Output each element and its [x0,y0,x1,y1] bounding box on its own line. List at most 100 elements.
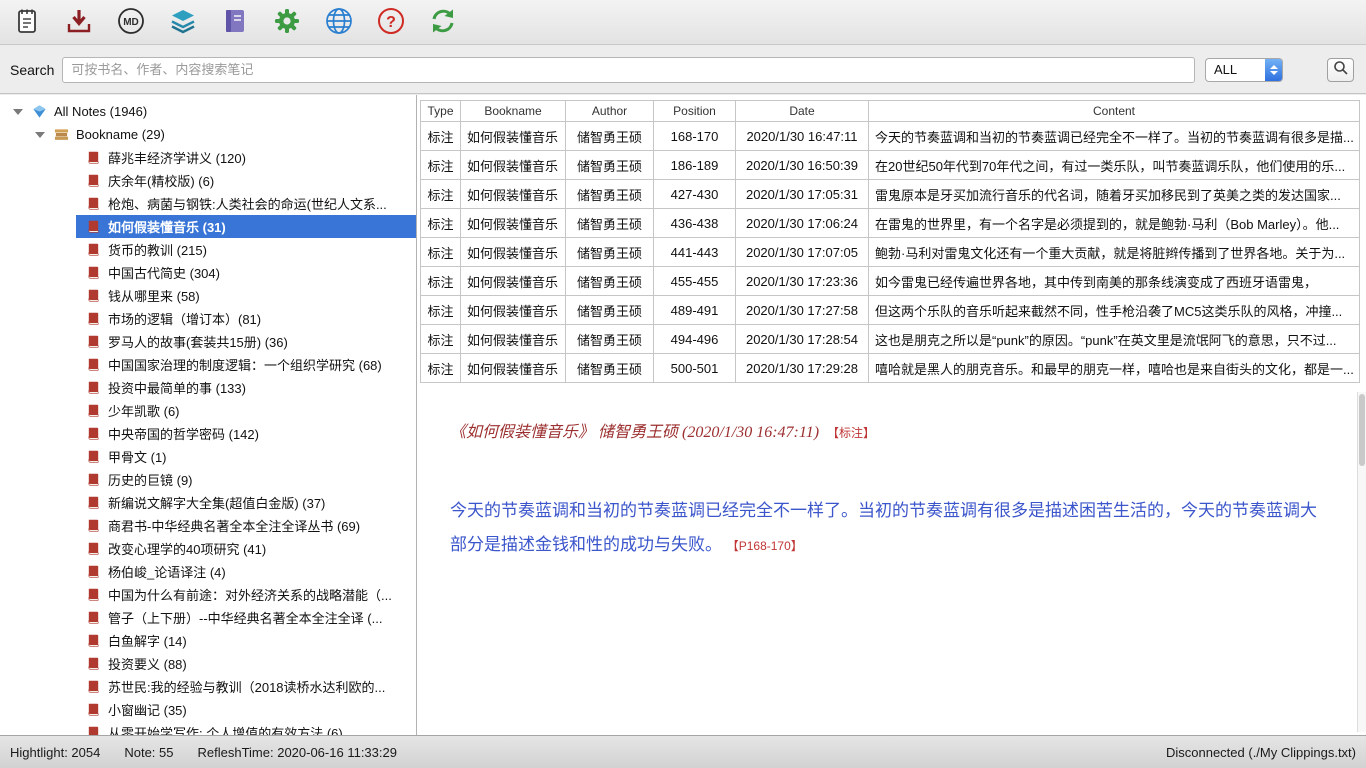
svg-text:?: ? [386,14,396,31]
cell-author: 储智勇王硕 [566,267,654,296]
sidebar-book-item[interactable]: 少年凯歌 (6) [76,399,416,422]
table-row[interactable]: 标注 如何假装懂音乐 储智勇王硕 494-496 2020/1/30 17:28… [421,325,1360,354]
disclosure-triangle-icon[interactable] [13,109,23,115]
table-row[interactable]: 标注 如何假装懂音乐 储智勇王硕 186-189 2020/1/30 16:50… [421,151,1360,180]
sidebar-book-item[interactable]: 改变心理学的40项研究 (41) [76,537,416,560]
red-book-icon [84,472,102,488]
column-header-content[interactable]: Content [869,101,1360,122]
gear-icon [272,6,302,39]
red-book-icon [84,633,102,649]
column-header-date[interactable]: Date [736,101,869,122]
sidebar-book-item[interactable]: 庆余年(精校版) (6) [76,169,416,192]
sidebar-book-item[interactable]: 枪炮、病菌与钢铁:人类社会的命运(世纪人文系... [76,192,416,215]
sidebar-book-item[interactable]: 中国古代简史 (304) [76,261,416,284]
book-label: 投资中最简单的事 (133) [108,378,246,397]
sidebar-book-item[interactable]: 钱从哪里来 (58) [76,284,416,307]
filter-dropdown[interactable]: ALL [1205,58,1283,82]
red-book-icon [84,564,102,580]
sidebar-book-item[interactable]: 货币的教训 (215) [76,238,416,261]
help-button[interactable]: ? [374,5,408,39]
sidebar-book-item[interactable]: 甲骨文 (1) [76,445,416,468]
book-label: 少年凯歌 (6) [108,401,180,420]
table-row[interactable]: 标注 如何假装懂音乐 储智勇王硕 427-430 2020/1/30 17:05… [421,180,1360,209]
sidebar-book-item[interactable]: 从零开始学写作: 个人增值的有效方法 (6) [76,721,416,735]
cell-type: 标注 [421,151,461,180]
column-header-position[interactable]: Position [654,101,736,122]
detail-title-text: 《如何假装懂音乐》 储智勇王硕 (2020/1/30 16:47:11) [450,424,819,441]
detail-title: 《如何假装懂音乐》 储智勇王硕 (2020/1/30 16:47:11) 【标注… [450,418,1318,442]
notebook-icon [12,6,42,39]
settings-button[interactable] [270,5,304,39]
table-row[interactable]: 标注 如何假装懂音乐 储智勇王硕 441-443 2020/1/30 17:07… [421,238,1360,267]
cell-position: 186-189 [654,151,736,180]
red-book-icon [84,242,102,258]
sidebar-book-item[interactable]: 罗马人的故事(套装共15册) (36) [76,330,416,353]
status-connection: Disconnected (./My Clippings.txt) [1166,745,1356,760]
cell-bookname: 如何假装懂音乐 [461,180,566,209]
cell-position: 427-430 [654,180,736,209]
status-refresh-time: RefleshTime: 2020-06-16 11:33:29 [198,745,397,760]
layers-button[interactable] [166,5,200,39]
column-header-type[interactable]: Type [421,101,461,122]
sidebar-item-all-notes[interactable]: All Notes (1946) [0,100,416,123]
cell-date: 2020/1/30 17:05:31 [736,180,869,209]
sidebar-book-item[interactable]: 新编说文解字大全集(超值白金版) (37) [76,491,416,514]
sidebar-book-item[interactable]: 杨伯峻_论语译注 (4) [76,560,416,583]
sidebar-book-item[interactable]: 小窗幽记 (35) [76,698,416,721]
sidebar-book-item[interactable]: 商君书-中华经典名著全本全注全译丛书 (69) [76,514,416,537]
book-label: 白鱼解字 (14) [108,631,187,650]
scrollbar-thumb[interactable] [1359,394,1365,466]
cell-bookname: 如何假装懂音乐 [461,267,566,296]
detail-scrollbar[interactable] [1357,392,1366,732]
book-label: 枪炮、病菌与钢铁:人类社会的命运(世纪人文系... [108,194,387,213]
notes-table: Type Bookname Author Position Date Conte… [420,100,1360,383]
table-row[interactable]: 标注 如何假装懂音乐 储智勇王硕 168-170 2020/1/30 16:47… [421,122,1360,151]
table-row[interactable]: 标注 如何假装懂音乐 储智勇王硕 455-455 2020/1/30 17:23… [421,267,1360,296]
sidebar-book-item[interactable]: 中央帝国的哲学密码 (142) [76,422,416,445]
search-button[interactable] [1327,58,1354,82]
globe-button[interactable] [322,5,356,39]
column-header-bookname[interactable]: Bookname [461,101,566,122]
sidebar-book-item[interactable]: 如何假装懂音乐 (31) [76,215,416,238]
table-row[interactable]: 标注 如何假装懂音乐 储智勇王硕 500-501 2020/1/30 17:29… [421,354,1360,383]
cell-type: 标注 [421,267,461,296]
sidebar-book-item[interactable]: 历史的巨镜 (9) [76,468,416,491]
sidebar-book-item[interactable]: 投资要义 (88) [76,652,416,675]
download-button[interactable] [62,5,96,39]
book-label: 薛兆丰经济学讲义 (120) [108,148,246,167]
book-label: 庆余年(精校版) (6) [108,171,214,190]
sidebar-tree: All Notes (1946) Bookname (29) [0,95,417,735]
search-bar: Search ALL [0,46,1366,94]
table-row[interactable]: 标注 如何假装懂音乐 储智勇王硕 489-491 2020/1/30 17:27… [421,296,1360,325]
book-list: 薛兆丰经济学讲义 (120) 庆余年(精校版) (6) 枪炮、病菌与钢铁:人类社… [0,146,416,735]
sidebar-book-item[interactable]: 投资中最简单的事 (133) [76,376,416,399]
markdown-button[interactable]: MD [114,5,148,39]
cell-bookname: 如何假装懂音乐 [461,151,566,180]
notebook-button[interactable] [10,5,44,39]
sidebar-book-item[interactable]: 中国国家治理的制度逻辑：一个组织学研究 (68) [76,353,416,376]
column-header-author[interactable]: Author [566,101,654,122]
refresh-button[interactable] [426,5,460,39]
cell-position: 494-496 [654,325,736,354]
sidebar-item-bookname[interactable]: Bookname (29) [0,123,416,146]
toolbar: MD [0,0,1366,45]
disclosure-triangle-icon[interactable] [35,132,45,138]
cell-date: 2020/1/30 17:23:36 [736,267,869,296]
red-book-icon [84,518,102,534]
search-input[interactable] [62,57,1195,83]
red-book-icon [84,610,102,626]
sidebar-book-item[interactable]: 管子（上下册）--中华经典名著全本全注全译 (... [76,606,416,629]
sidebar-book-item[interactable]: 苏世民:我的经验与教训（2018读桥水达利欧的... [76,675,416,698]
sidebar-book-item[interactable]: 白鱼解字 (14) [76,629,416,652]
purple-book-button[interactable] [218,5,252,39]
red-book-icon [84,449,102,465]
markdown-icon: MD [116,6,146,39]
table-row[interactable]: 标注 如何假装懂音乐 储智勇王硕 436-438 2020/1/30 17:06… [421,209,1360,238]
sidebar-book-item[interactable]: 中国为什么有前途：对外经济关系的战略潜能（... [76,583,416,606]
sidebar-book-item[interactable]: 市场的逻辑（增订本）(81) [76,307,416,330]
cell-date: 2020/1/30 16:50:39 [736,151,869,180]
sidebar-book-item[interactable]: 薛兆丰经济学讲义 (120) [76,146,416,169]
red-book-icon [84,587,102,603]
red-book-icon [84,196,102,212]
red-book-icon [84,656,102,672]
